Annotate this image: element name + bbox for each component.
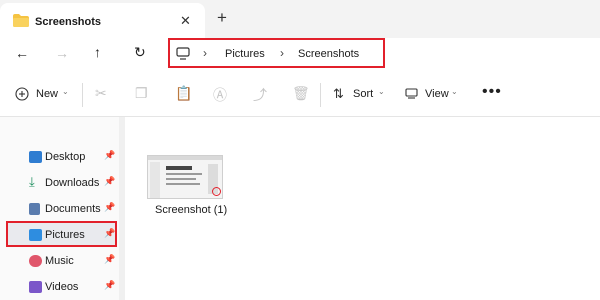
thumbnail-mark: [212, 187, 221, 196]
view-label: View: [425, 88, 449, 100]
chevron-right-icon: ›: [203, 46, 207, 60]
view-button[interactable]: View ⌄: [405, 86, 467, 104]
chevron-down-icon: ⌄: [378, 87, 385, 96]
sort-label: Sort: [353, 88, 374, 100]
plus-circle-icon: [15, 87, 29, 101]
pictures-icon: [29, 229, 42, 241]
sort-icon: ⇅: [333, 86, 344, 101]
rename-icon[interactable]: Ⓐ: [213, 85, 227, 105]
plus-icon[interactable]: +: [217, 8, 227, 28]
sidebar-item-desktop[interactable]: Desktop 📌: [8, 146, 116, 170]
file-thumbnail[interactable]: [147, 155, 223, 199]
chevron-down-icon: ⌄: [62, 87, 69, 96]
download-icon: ⤓: [29, 174, 35, 189]
pin-icon: 📌: [104, 280, 116, 290]
pin-icon: 📌: [104, 228, 116, 238]
sort-button[interactable]: ⇅ Sort ⌄: [333, 86, 395, 104]
sidebar-item-videos[interactable]: Videos 📌: [8, 276, 116, 300]
cut-icon[interactable]: ✂: [95, 85, 107, 102]
pin-icon: 📌: [104, 150, 116, 160]
thumbnail-content: [166, 183, 200, 185]
sidebar-item-documents[interactable]: Documents 📌: [8, 198, 116, 222]
sidebar-item-music[interactable]: Music 📌: [8, 250, 116, 274]
videos-icon: [29, 281, 42, 293]
thumbnail-sidebar: [150, 162, 160, 198]
address-bar[interactable]: › Pictures › Screenshots: [168, 38, 385, 68]
sidebar-item-label: Pictures: [45, 229, 85, 241]
documents-icon: [29, 203, 40, 215]
pin-icon: 📌: [104, 254, 116, 264]
toolbar-separator: [82, 83, 83, 107]
more-icon[interactable]: •••: [482, 83, 502, 101]
thumbnail-content: [166, 178, 196, 180]
chevron-down-icon: ⌄: [451, 87, 458, 96]
sidebar-item-label: Videos: [45, 281, 79, 293]
thumbnail-content: [166, 166, 192, 170]
tab-title: Screenshots: [35, 16, 102, 28]
new-label: New: [36, 88, 59, 100]
close-icon[interactable]: ✕: [180, 13, 191, 29]
copy-icon[interactable]: ❐: [135, 85, 148, 102]
up-arrow-icon[interactable]: ↑: [94, 44, 101, 60]
back-arrow-icon[interactable]: ←: [15, 45, 29, 61]
thumbnail-content: [166, 173, 202, 175]
sidebar-scrollbar[interactable]: [119, 117, 125, 300]
music-icon: [29, 255, 42, 267]
sidebar-item-label: Music: [45, 255, 74, 267]
new-button[interactable]: New ⌄: [15, 86, 75, 104]
chevron-right-icon: ›: [280, 46, 284, 60]
file-name[interactable]: Screenshot (1): [155, 204, 227, 216]
toolbar-separator: [320, 83, 321, 107]
sidebar-item-label: Downloads: [45, 177, 100, 189]
folder-icon: [13, 14, 29, 27]
monitor-icon: [176, 47, 190, 60]
breadcrumb-pictures[interactable]: Pictures: [225, 48, 265, 60]
tab-screenshots[interactable]: Screenshots ✕: [0, 3, 205, 38]
sidebar-item-downloads[interactable]: ⤓ Downloads 📌: [8, 172, 116, 196]
sidebar-item-label: Documents: [45, 203, 101, 215]
pin-icon: 📌: [104, 202, 116, 212]
sidebar-item-pictures[interactable]: Pictures 📌: [6, 221, 117, 247]
view-icon: [405, 88, 418, 99]
pin-icon: 📌: [104, 176, 116, 186]
share-icon[interactable]: ⤴: [253, 85, 267, 105]
delete-icon[interactable]: 🗑: [292, 85, 310, 102]
forward-arrow-icon[interactable]: →: [55, 45, 69, 61]
breadcrumb-screenshots[interactable]: Screenshots: [298, 48, 359, 60]
sidebar-item-label: Desktop: [45, 151, 86, 163]
paste-icon[interactable]: 📋: [175, 85, 192, 102]
refresh-icon[interactable]: ↻: [134, 44, 146, 61]
thumbnail-titlebar: [148, 156, 222, 160]
desktop-icon: [29, 151, 42, 163]
